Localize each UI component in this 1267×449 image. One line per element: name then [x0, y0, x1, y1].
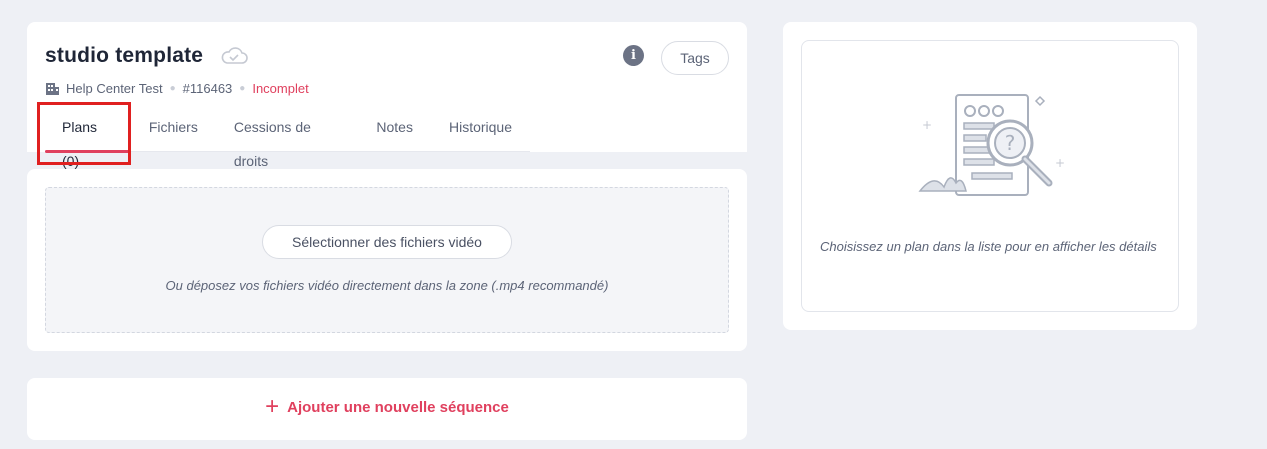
separator-dot: ● — [239, 83, 246, 94]
tab-historique[interactable]: Historique — [431, 110, 530, 152]
tab-notes[interactable]: Notes — [358, 110, 431, 152]
svg-text:?: ? — [1005, 131, 1016, 155]
project-header-card: studio template Help Center Test ● #1164… — [27, 22, 747, 169]
plus-icon: + — [265, 393, 280, 420]
info-icon[interactable]: i — [623, 45, 644, 66]
add-sequence-button[interactable]: + Ajouter une nouvelle séquence — [27, 393, 747, 420]
project-name[interactable]: Help Center Test — [66, 81, 163, 96]
dropzone-hint: Ou déposez vos fichiers vidéo directemen… — [165, 278, 609, 293]
plan-detail-card: ? + + Choisissez un plan dans la liste p… — [783, 22, 1197, 330]
plan-detail-hint: Choisissez un plan dans la liste pour en… — [820, 239, 1157, 254]
tags-button[interactable]: Tags — [661, 41, 729, 75]
project-meta: Help Center Test ● #116463 ● Incomplet — [45, 81, 309, 96]
plan-detail-placeholder: ? + + Choisissez un plan dans la liste p… — [801, 40, 1179, 312]
building-icon — [46, 82, 59, 95]
tab-cessions-de-droits[interactable]: Cessions de droits — [216, 110, 359, 169]
select-video-files-button[interactable]: Sélectionner des fichiers vidéo — [262, 225, 512, 259]
status-badge: Incomplet — [252, 81, 309, 96]
project-id: #116463 — [182, 81, 233, 96]
search-document-illustration: ? + + — [918, 94, 1065, 196]
video-dropzone[interactable]: Sélectionner des fichiers vidéo Ou dépos… — [45, 187, 729, 333]
svg-text:+: + — [922, 118, 932, 132]
upload-card: Sélectionner des fichiers vidéo Ou dépos… — [27, 169, 747, 351]
page-title: studio template — [45, 44, 204, 67]
svg-text:+: + — [1055, 156, 1065, 170]
add-sequence-label: Ajouter une nouvelle séquence — [287, 398, 509, 416]
tab-plans[interactable]: Plans (0) — [45, 110, 131, 169]
tab-fichiers[interactable]: Fichiers — [131, 110, 216, 152]
separator-dot: ● — [169, 83, 176, 94]
tab-bar: Plans (0) Fichiers Cessions de droits No… — [45, 110, 530, 169]
add-sequence-card: + Ajouter une nouvelle séquence — [27, 378, 747, 440]
title-row: studio template — [45, 44, 249, 68]
cloud-icon — [221, 47, 248, 64]
